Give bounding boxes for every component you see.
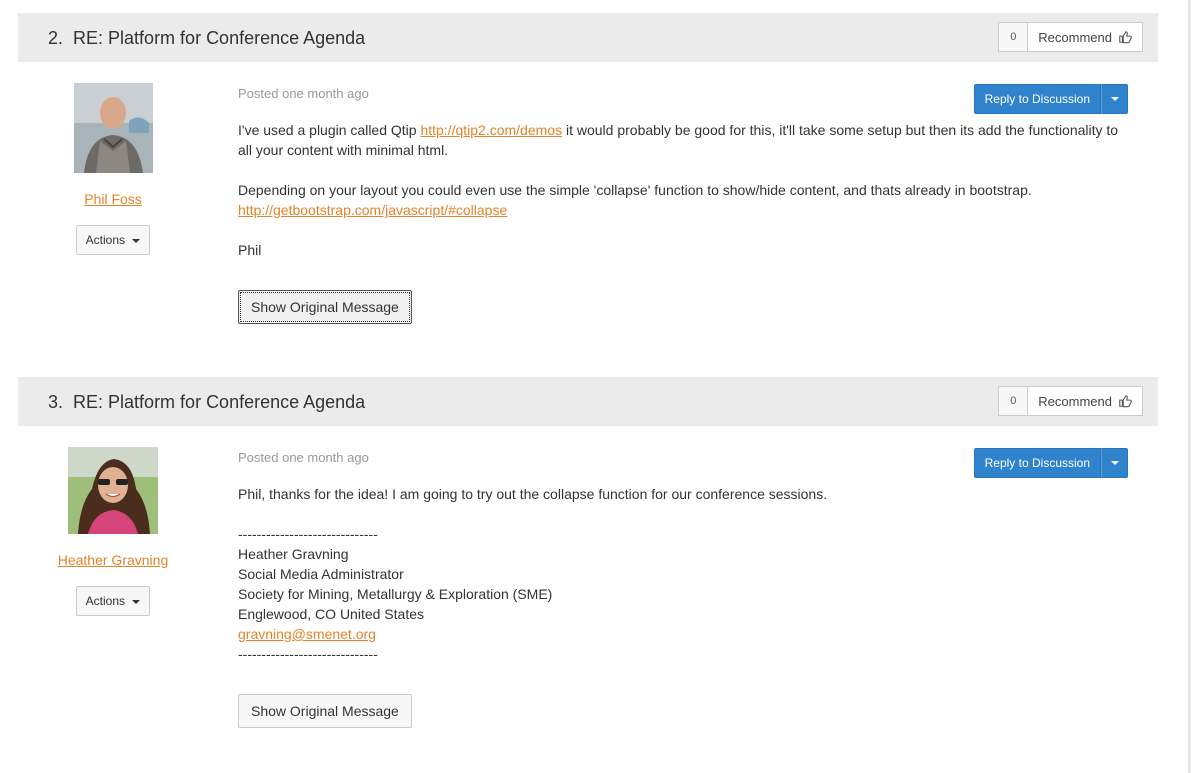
actions-dropdown-button[interactable]: Actions — [75, 225, 151, 255]
author-name-link[interactable]: Phil Foss — [18, 191, 208, 207]
post-body: Posted one month ago Reply to Discussion… — [238, 84, 1128, 324]
reply-options-dropdown[interactable] — [1101, 448, 1128, 478]
post-body: Posted one month ago Reply to Discussion… — [238, 448, 1128, 728]
signature-block: ------------------------------ Heather G… — [238, 524, 1128, 664]
reply-options-dropdown[interactable] — [1101, 84, 1128, 114]
show-original-message-button[interactable]: Show Original Message — [238, 694, 412, 728]
recommend-button[interactable]: Recommend — [1028, 22, 1143, 52]
message-text-segment: I've used a plugin called Qtip — [238, 122, 421, 138]
actions-label: Actions — [85, 233, 125, 247]
author-column: Heather Gravning Actions — [18, 447, 208, 616]
post-header: 2. RE: Platform for Conference Agenda 0 … — [18, 13, 1158, 62]
recommend-group: 0 Recommend — [998, 22, 1143, 52]
caret-down-icon — [1110, 461, 1119, 465]
signature-location: Englewood, CO United States — [238, 606, 424, 622]
discussion-post: 2. RE: Platform for Conference Agenda 0 … — [18, 13, 1158, 324]
caret-down-icon — [132, 599, 141, 604]
signature-organization: Society for Mining, Metallurgy & Explora… — [238, 586, 553, 602]
actions-dropdown-button[interactable]: Actions — [75, 586, 151, 616]
recommend-button[interactable]: Recommend — [1028, 386, 1143, 416]
signature-name: Heather Gravning — [238, 546, 349, 562]
message-text-segment: Depending on your layout you could even … — [238, 182, 1032, 198]
thumbs-up-icon — [1119, 31, 1132, 44]
signature-separator: ------------------------------ — [238, 646, 378, 662]
post-title: 3. RE: Platform for Conference Agenda — [48, 392, 365, 413]
reply-button-group: Reply to Discussion — [973, 84, 1128, 114]
avatar[interactable] — [68, 447, 158, 534]
reply-to-discussion-button[interactable]: Reply to Discussion — [973, 84, 1101, 114]
post-header: 3. RE: Platform for Conference Agenda 0 … — [18, 377, 1158, 426]
recommend-label: Recommend — [1038, 29, 1112, 45]
author-name-link[interactable]: Heather Gravning — [18, 552, 208, 568]
post-number: 2. — [48, 28, 64, 48]
message-text: I've used a plugin called Qtip http://qt… — [238, 120, 1128, 260]
recommend-count: 0 — [998, 386, 1029, 416]
caret-down-icon — [1110, 97, 1119, 101]
signature-email-link[interactable]: gravning@smenet.org — [238, 626, 376, 642]
bootstrap-collapse-link[interactable]: http://getbootstrap.com/javascript/#coll… — [238, 202, 507, 218]
actions-label: Actions — [85, 594, 125, 608]
discussion-post: 3. RE: Platform for Conference Agenda 0 … — [18, 377, 1158, 728]
message-paragraph: Phil, thanks for the idea! I am going to… — [238, 486, 828, 502]
reply-to-discussion-button[interactable]: Reply to Discussion — [973, 448, 1101, 478]
post-subject: RE: Platform for Conference Agenda — [73, 28, 366, 48]
qtip-link[interactable]: http://qtip2.com/demos — [420, 122, 562, 138]
caret-down-icon — [132, 238, 141, 243]
signature-title: Social Media Administrator — [238, 566, 404, 582]
thumbs-up-icon — [1119, 395, 1132, 408]
post-subject: RE: Platform for Conference Agenda — [73, 392, 366, 412]
recommend-label: Recommend — [1038, 393, 1112, 409]
show-original-message-button[interactable]: Show Original Message — [238, 290, 412, 324]
recommend-group: 0 Recommend — [998, 386, 1143, 416]
author-column: Phil Foss Actions — [18, 83, 208, 255]
message-text: Phil, thanks for the idea! I am going to… — [238, 484, 1128, 664]
message-paragraph: I've used a plugin called Qtip http://qt… — [238, 120, 1128, 160]
post-number: 3. — [48, 392, 64, 412]
message-paragraph: Depending on your layout you could even … — [238, 180, 1128, 220]
reply-button-group: Reply to Discussion — [973, 448, 1128, 478]
recommend-count: 0 — [998, 22, 1029, 52]
signature-separator: ------------------------------ — [238, 526, 378, 542]
message-signature: Phil — [238, 242, 262, 258]
avatar[interactable] — [73, 83, 153, 173]
post-title: 2. RE: Platform for Conference Agenda — [48, 28, 365, 49]
